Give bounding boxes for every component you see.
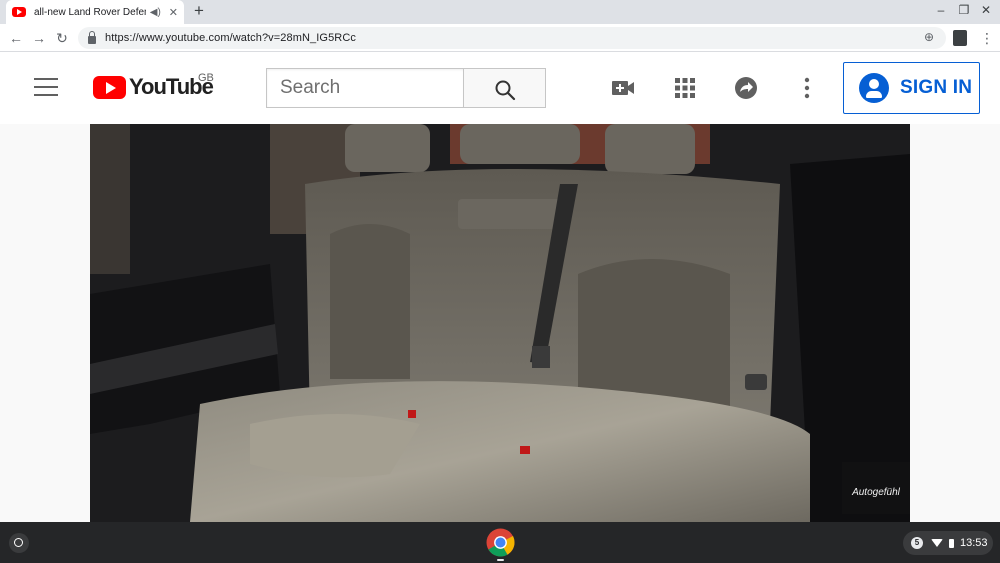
chrome-icon[interactable] <box>486 528 515 557</box>
search-input[interactable]: Search <box>266 68 464 108</box>
forward-button[interactable]: → <box>29 28 49 48</box>
tab-close-icon[interactable]: ✕ <box>169 6 178 19</box>
new-tab-button[interactable]: + <box>190 2 208 20</box>
lock-icon[interactable] <box>88 30 96 44</box>
sign-in-label: SIGN IN <box>900 77 973 98</box>
youtube-favicon-icon <box>12 7 26 17</box>
zoom-icon[interactable]: ⊕ <box>924 30 938 44</box>
minimize-button[interactable]: – <box>932 3 950 17</box>
search-button[interactable] <box>463 68 546 108</box>
wifi-icon <box>931 539 943 547</box>
video-player[interactable] <box>90 124 910 522</box>
youtube-logo[interactable]: YouTube <box>93 74 214 100</box>
search-placeholder: Search <box>280 77 341 98</box>
reload-button[interactable]: ↻ <box>52 28 72 48</box>
restore-button[interactable]: ❐ <box>955 3 973 17</box>
car-rear-seat-image <box>90 124 910 522</box>
os-shelf: 5 13:53 <box>0 522 1000 563</box>
speaker-icon[interactable]: ◀) <box>150 7 161 18</box>
notification-count-badge: 5 <box>911 537 923 549</box>
running-app-indicator <box>497 559 504 561</box>
window-close-button[interactable]: ✕ <box>977 3 995 17</box>
youtube-play-icon <box>93 75 126 99</box>
apps-grid-icon[interactable] <box>673 76 697 100</box>
clock: 13:53 <box>960 537 988 549</box>
hamburger-menu-icon[interactable] <box>34 78 58 96</box>
region-label: GB <box>198 72 214 84</box>
launcher-icon[interactable] <box>9 533 29 553</box>
more-options-icon[interactable] <box>795 76 819 100</box>
share-messages-icon[interactable] <box>734 76 758 100</box>
battery-icon <box>949 538 954 548</box>
tab-title: all-new Land Rover Defender <box>34 6 146 18</box>
youtube-header: YouTube GB Search SIGN IN <box>0 52 1000 124</box>
url-text[interactable]: https://www.youtube.com/watch?v=28mN_IG5… <box>105 32 356 44</box>
browser-menu-icon[interactable]: ⋮ <box>980 30 994 46</box>
sign-in-button[interactable]: SIGN IN <box>843 62 980 114</box>
watermark-text: Autogefühl <box>852 487 900 498</box>
search-icon <box>495 80 516 101</box>
browser-tab[interactable]: all-new Land Rover Defender ◀) ✕ <box>6 0 184 24</box>
create-video-icon[interactable] <box>611 76 635 100</box>
account-avatar-icon <box>859 73 889 103</box>
back-button[interactable]: ← <box>6 28 26 48</box>
channel-watermark[interactable]: Autogefühl <box>842 462 910 514</box>
profile-icon[interactable] <box>953 30 967 46</box>
browser-tab-strip: all-new Land Rover Defender ◀) ✕ + – ❐ ✕ <box>0 0 1000 24</box>
address-bar[interactable]: https://www.youtube.com/watch?v=28mN_IG5… <box>78 27 946 49</box>
browser-toolbar: ← → ↻ https://www.youtube.com/watch?v=28… <box>0 24 1000 52</box>
status-tray[interactable]: 5 13:53 <box>903 531 993 555</box>
